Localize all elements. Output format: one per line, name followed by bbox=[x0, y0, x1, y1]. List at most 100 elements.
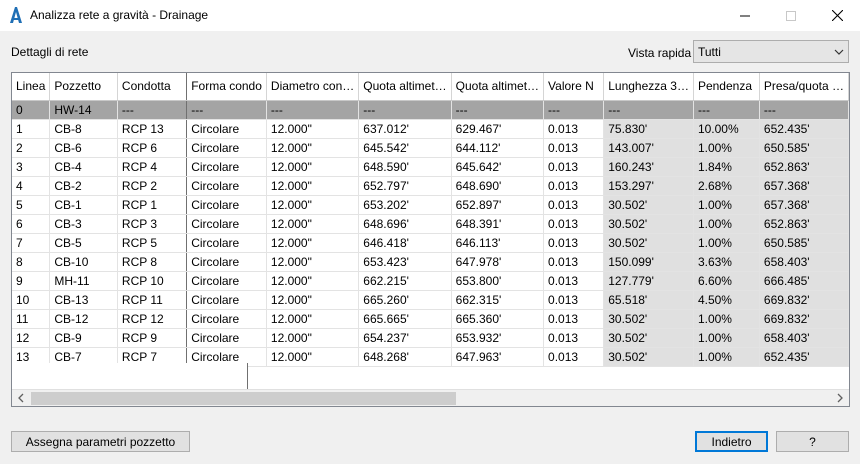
table-cell[interactable]: 0.013 bbox=[543, 309, 605, 329]
table-cell[interactable]: CB-10 bbox=[49, 252, 118, 272]
table-cell[interactable]: 0.013 bbox=[543, 233, 605, 253]
table-cell[interactable]: 12.000" bbox=[266, 309, 360, 329]
table-cell[interactable]: Circolare bbox=[186, 176, 267, 196]
table-cell[interactable]: 662.215' bbox=[358, 271, 452, 291]
column-header[interactable]: Lunghezza 3… bbox=[603, 73, 694, 101]
table-cell[interactable]: 65.518' bbox=[603, 290, 694, 310]
table-cell[interactable]: 652.863' bbox=[759, 214, 849, 234]
table-cell[interactable]: Circolare bbox=[186, 195, 267, 215]
table-row[interactable]: 8 CB-10 RCP 8 Circolare 12.000" 653.423' 647.9… bbox=[12, 252, 849, 272]
table-cell[interactable]: CB-2 bbox=[49, 176, 118, 196]
table-cell[interactable]: 648.690' bbox=[451, 176, 545, 196]
table-cell[interactable]: RCP 1 bbox=[117, 195, 188, 215]
table-cell[interactable]: 0.013 bbox=[543, 252, 605, 272]
table-cell[interactable]: 662.315' bbox=[451, 290, 545, 310]
table-cell[interactable]: 11 bbox=[12, 309, 51, 329]
column-header[interactable]: Pozzetto bbox=[49, 73, 118, 101]
table-cell[interactable]: CB-3 bbox=[49, 214, 118, 234]
table-cell[interactable]: 12.000" bbox=[266, 214, 360, 234]
table-cell[interactable]: 644.112' bbox=[451, 138, 545, 158]
table-cell[interactable]: Circolare bbox=[186, 138, 267, 158]
table-cell[interactable]: 3.63% bbox=[693, 252, 760, 272]
table-cell[interactable]: CB-12 bbox=[49, 309, 118, 329]
table-cell[interactable]: Circolare bbox=[186, 214, 267, 234]
table-cell[interactable]: Circolare bbox=[186, 119, 267, 139]
table-cell[interactable]: 653.800' bbox=[451, 271, 545, 291]
table-cell[interactable]: --- bbox=[759, 100, 849, 120]
table-cell[interactable]: 650.585' bbox=[759, 233, 849, 253]
table-cell[interactable]: CB-9 bbox=[49, 328, 118, 348]
table-cell[interactable]: 30.502' bbox=[603, 233, 694, 253]
table-cell[interactable]: 1 bbox=[12, 119, 51, 139]
table-row[interactable]: 2 CB-6 RCP 6 Circolare 12.000" 645.542' 644.11… bbox=[12, 138, 849, 158]
table-cell[interactable]: 647.978' bbox=[451, 252, 545, 272]
table-cell[interactable]: 12.000" bbox=[266, 252, 360, 272]
table-cell[interactable]: 9 bbox=[12, 271, 51, 291]
table-cell[interactable]: 75.830' bbox=[603, 119, 694, 139]
table-cell[interactable]: 30.502' bbox=[603, 195, 694, 215]
table-cell[interactable]: 658.403' bbox=[759, 252, 849, 272]
table-cell[interactable]: RCP 8 bbox=[117, 252, 188, 272]
table-cell[interactable]: 0.013 bbox=[543, 328, 605, 348]
table-cell[interactable]: 0.013 bbox=[543, 138, 605, 158]
table-cell[interactable]: Circolare bbox=[186, 233, 267, 253]
table-cell[interactable]: 652.435' bbox=[759, 119, 849, 139]
table-cell[interactable]: 665.260' bbox=[358, 290, 452, 310]
table-cell[interactable]: 6 bbox=[12, 214, 51, 234]
table-cell[interactable]: 0.013 bbox=[543, 271, 605, 291]
table-cell[interactable]: 1.00% bbox=[693, 138, 760, 158]
table-cell[interactable]: 648.590' bbox=[358, 157, 452, 177]
column-header[interactable]: Diametro con… bbox=[266, 73, 360, 101]
table-cell[interactable]: RCP 5 bbox=[117, 233, 188, 253]
table-cell[interactable]: 654.237' bbox=[358, 328, 452, 348]
table-cell[interactable]: 1.00% bbox=[693, 195, 760, 215]
back-button[interactable]: Indietro bbox=[695, 431, 768, 452]
table-cell[interactable]: 12.000" bbox=[266, 138, 360, 158]
column-header[interactable]: Forma condo bbox=[186, 73, 267, 101]
table-cell[interactable]: 646.113' bbox=[451, 233, 545, 253]
table-cell[interactable]: 12.000" bbox=[266, 290, 360, 310]
table-cell[interactable]: 652.897' bbox=[451, 195, 545, 215]
table-cell[interactable]: --- bbox=[543, 100, 605, 120]
table-cell[interactable]: 1.00% bbox=[693, 214, 760, 234]
column-header[interactable]: Pendenza bbox=[693, 73, 760, 101]
table-cell[interactable]: 10 bbox=[12, 290, 51, 310]
table-row[interactable]: 3 CB-4 RCP 4 Circolare 12.000" 648.590' 645.64… bbox=[12, 157, 849, 177]
table-cell[interactable]: 12.000" bbox=[266, 233, 360, 253]
table-row[interactable]: 10 CB-13 RCP 11 Circolare 12.000" 665.260' 662… bbox=[12, 290, 849, 310]
table-cell[interactable]: 657.368' bbox=[759, 195, 849, 215]
table-cell[interactable]: 0 bbox=[12, 100, 51, 120]
table-cell[interactable]: 2 bbox=[12, 138, 51, 158]
table-cell[interactable]: 30.502' bbox=[603, 214, 694, 234]
minimize-button[interactable] bbox=[722, 0, 768, 31]
table-cell[interactable]: 657.368' bbox=[759, 176, 849, 196]
table-cell[interactable]: 2.68% bbox=[693, 176, 760, 196]
table-cell[interactable]: 0.013 bbox=[543, 157, 605, 177]
table-cell[interactable]: Circolare bbox=[186, 157, 267, 177]
table-cell[interactable]: 12 bbox=[12, 328, 51, 348]
table-cell[interactable]: 648.391' bbox=[451, 214, 545, 234]
table-cell[interactable]: CB-6 bbox=[49, 138, 118, 158]
assign-structure-parameters-button[interactable]: Assegna parametri pozzetto bbox=[11, 431, 190, 452]
table-cell[interactable]: 658.403' bbox=[759, 328, 849, 348]
table-cell[interactable]: 150.099' bbox=[603, 252, 694, 272]
table-cell[interactable]: RCP 11 bbox=[117, 290, 188, 310]
table-row[interactable]: 9 MH-11 RCP 10 Circolare 12.000" 662.215' 653.… bbox=[12, 271, 849, 291]
help-button[interactable]: ? bbox=[776, 431, 849, 452]
table-cell[interactable]: 12.000" bbox=[266, 328, 360, 348]
table-cell[interactable]: 650.585' bbox=[759, 138, 849, 158]
table-cell[interactable]: 12.000" bbox=[266, 195, 360, 215]
horizontal-scrollbar[interactable] bbox=[12, 389, 849, 406]
table-row[interactable]: 12 CB-9 RCP 9 Circolare 12.000" 654.237' 653.9… bbox=[12, 328, 849, 348]
table-cell[interactable]: 1.00% bbox=[693, 309, 760, 329]
table-cell[interactable]: RCP 9 bbox=[117, 328, 188, 348]
table-cell[interactable]: 160.243' bbox=[603, 157, 694, 177]
table-cell[interactable]: 4.50% bbox=[693, 290, 760, 310]
table-cell[interactable]: --- bbox=[266, 100, 360, 120]
close-button[interactable] bbox=[814, 0, 860, 31]
table-cell[interactable]: 8 bbox=[12, 252, 51, 272]
table-cell[interactable]: 666.485' bbox=[759, 271, 849, 291]
table-cell[interactable]: 30.502' bbox=[603, 328, 694, 348]
table-cell[interactable]: 12.000" bbox=[266, 271, 360, 291]
table-cell[interactable]: Circolare bbox=[186, 309, 267, 329]
